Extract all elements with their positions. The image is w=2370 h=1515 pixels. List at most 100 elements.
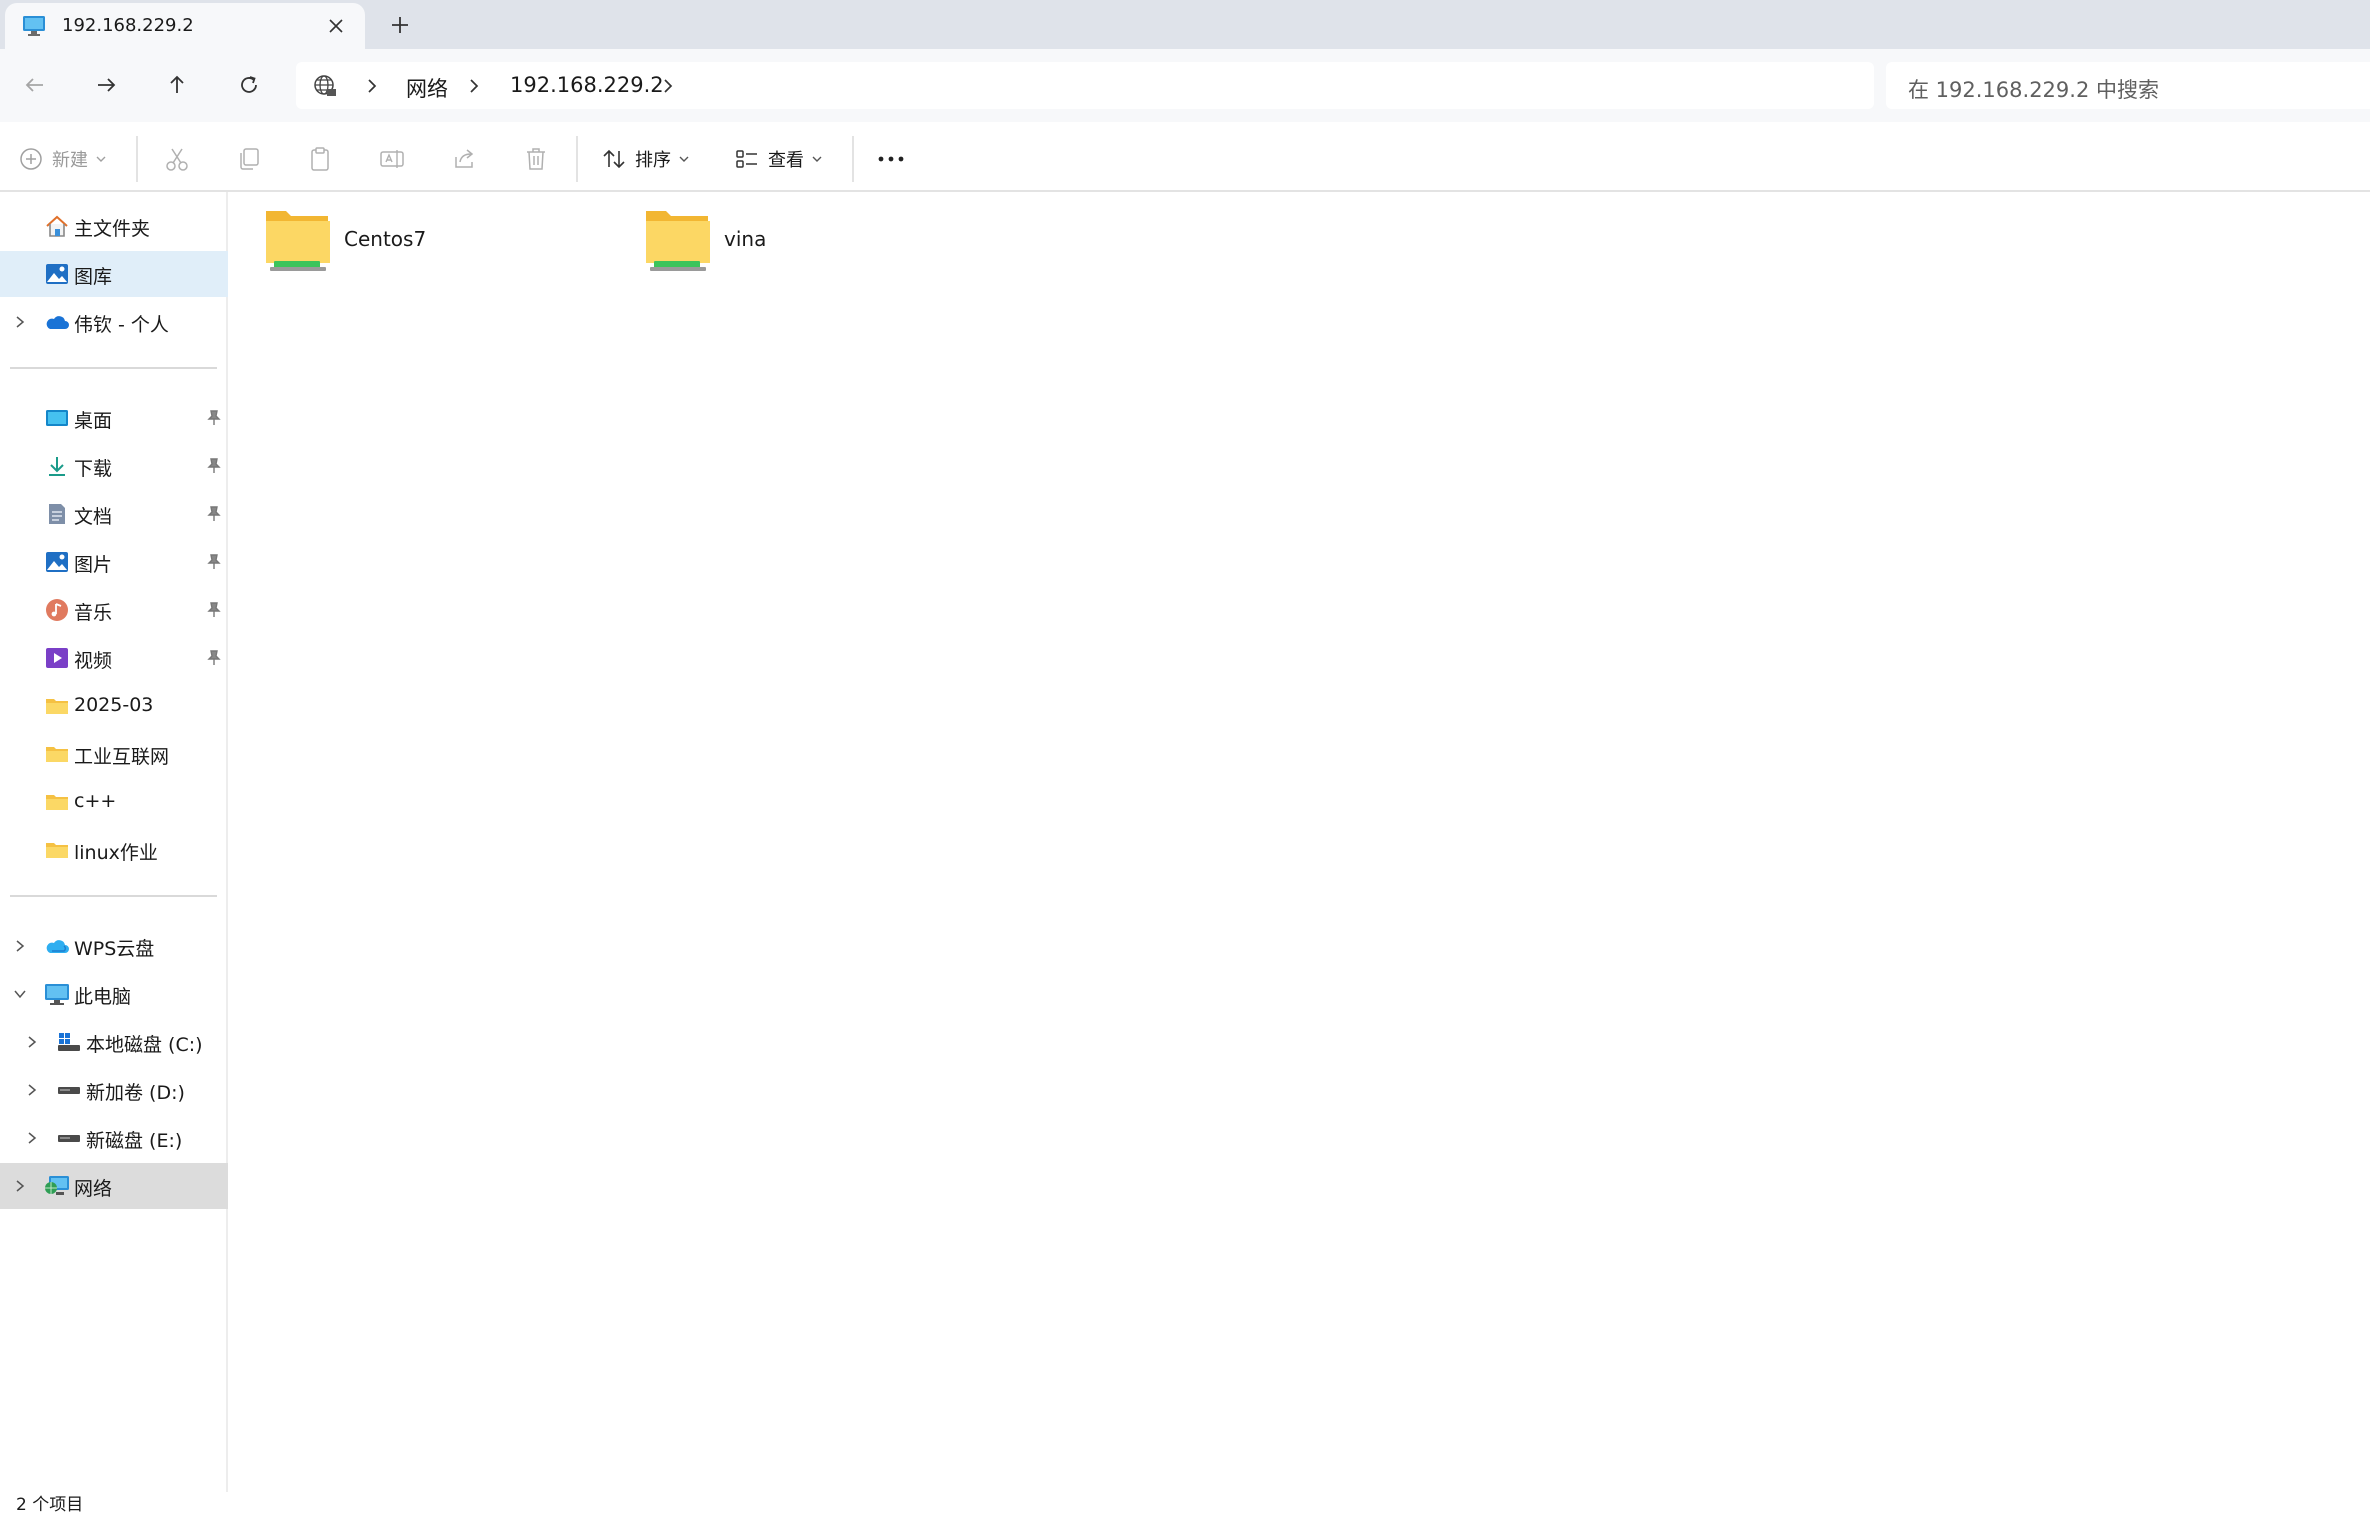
share-button[interactable] <box>451 144 479 174</box>
sidebar-item-drive-e[interactable]: 新磁盘 (E:) <box>0 1115 228 1161</box>
view-label: 查看 <box>768 150 804 171</box>
sidebar-item-folder-industrial-internet[interactable]: 工业互联网 <box>0 731 228 777</box>
sidebar-item-music[interactable]: 音乐 <box>0 587 228 633</box>
clipboard-icon <box>311 147 329 171</box>
pin-icon[interactable] <box>205 600 223 620</box>
sidebar-item-pictures[interactable]: 图片 <box>0 539 228 585</box>
sidebar-item-label: 文档 <box>74 506 113 528</box>
pin-icon[interactable] <box>205 408 223 428</box>
sidebar-item-label: c++ <box>74 790 117 812</box>
folder-icon <box>46 795 68 810</box>
refresh-button[interactable] <box>231 67 267 103</box>
refresh-icon <box>241 76 257 93</box>
network-globe-icon <box>314 75 336 96</box>
chevron-right-icon[interactable] <box>12 1177 28 1195</box>
sidebar-item-desktop[interactable]: 桌面 <box>0 395 228 441</box>
sidebar-item-label: WPS云盘 <box>74 938 155 960</box>
sidebar-item-label: 伟钦 - 个人 <box>74 314 169 336</box>
up-button[interactable] <box>159 67 195 103</box>
sidebar-item-label: 网络 <box>74 1178 113 1200</box>
tab-192-168-229-2[interactable]: 192.168.229.2 <box>5 3 365 49</box>
sort-label: 排序 <box>635 150 671 171</box>
sidebar-item-label: 音乐 <box>74 602 113 624</box>
drive-icon <box>58 1087 80 1094</box>
rename-icon <box>380 150 404 168</box>
sidebar-item-folder-linux-homework[interactable]: linux作业 <box>0 827 228 873</box>
command-bar: 新建 排序 查看 <box>0 122 2370 192</box>
search-input[interactable]: 在 192.168.229.2 中搜索 <box>1886 62 2370 109</box>
sidebar-item-onedrive[interactable]: 伟钦 - 个人 <box>0 299 228 345</box>
sidebar-item-label: 新磁盘 (E:) <box>86 1130 183 1152</box>
sidebar-item-drive-c[interactable]: 本地磁盘 (C:) <box>0 1019 228 1065</box>
toolbar-separator <box>136 136 138 182</box>
back-button[interactable] <box>17 67 53 103</box>
sidebar-item-documents[interactable]: 文档 <box>0 491 228 537</box>
folder-item-vina[interactable]: vina <box>644 207 944 277</box>
sidebar-divider <box>10 895 217 897</box>
paste-button[interactable] <box>306 144 334 174</box>
folder-name: vina <box>724 227 767 251</box>
sort-arrows-icon <box>603 149 625 169</box>
pin-icon[interactable] <box>205 504 223 524</box>
address-bar[interactable]: 网络 192.168.229.2 <box>296 62 1874 109</box>
rename-button[interactable] <box>378 144 406 174</box>
toolbar-separator <box>576 136 578 182</box>
more-options-button[interactable] <box>876 144 906 174</box>
sidebar-item-videos[interactable]: 视频 <box>0 635 228 681</box>
sidebar-item-label: linux作业 <box>74 842 158 864</box>
sidebar-item-home[interactable]: 主文件夹 <box>0 203 228 249</box>
sidebar-item-downloads[interactable]: 下载 <box>0 443 228 489</box>
new-tab-plus-icon[interactable] <box>386 11 414 39</box>
sidebar-item-gallery[interactable]: 图库 <box>0 251 228 297</box>
copy-button[interactable] <box>235 144 263 174</box>
chevron-right-icon[interactable] <box>464 75 484 97</box>
plus-circle-icon <box>20 148 42 170</box>
pin-icon[interactable] <box>205 456 223 476</box>
breadcrumb-host[interactable]: 192.168.229.2 <box>510 73 664 97</box>
chevron-down-icon[interactable] <box>12 985 28 1003</box>
close-icon[interactable] <box>323 13 349 39</box>
sidebar-item-network[interactable]: 网络 <box>0 1163 228 1209</box>
windows-drive-icon <box>58 1033 80 1051</box>
sidebar-item-label: 主文件夹 <box>74 218 151 240</box>
address-row: 网络 192.168.229.2 在 192.168.229.2 中搜索 <box>0 49 2370 122</box>
chevron-down-icon <box>812 156 822 162</box>
breadcrumb-network[interactable]: 网络 <box>406 73 448 103</box>
chevron-right-icon[interactable] <box>12 313 28 331</box>
monitor-icon <box>23 16 45 36</box>
chevron-right-icon[interactable] <box>12 937 28 955</box>
tab-bar: 192.168.229.2 <box>0 0 2370 49</box>
scissors-icon <box>166 148 188 171</box>
folder-item-centos7[interactable]: Centos7 <box>264 207 564 277</box>
cut-button[interactable] <box>163 144 191 174</box>
forward-button[interactable] <box>88 67 124 103</box>
new-button[interactable]: 新建 <box>18 144 108 174</box>
sidebar-item-label: 本地磁盘 (C:) <box>86 1034 203 1056</box>
view-button[interactable]: 查看 <box>734 144 824 174</box>
pin-icon[interactable] <box>205 648 223 668</box>
network-share-folder-icon <box>266 211 330 271</box>
sidebar-item-folder-cpp[interactable]: c++ <box>0 779 228 825</box>
sidebar-item-label: 桌面 <box>74 410 113 432</box>
pin-icon[interactable] <box>205 552 223 572</box>
chevron-right-icon[interactable] <box>362 75 382 97</box>
network-icon <box>45 1176 69 1195</box>
back-arrow-icon <box>25 78 43 92</box>
copy-icon <box>240 148 259 170</box>
sidebar-item-this-pc[interactable]: 此电脑 <box>0 971 228 1017</box>
view-list-icon <box>736 150 757 168</box>
sidebar-item-drive-d[interactable]: 新加卷 (D:) <box>0 1067 228 1113</box>
chevron-right-icon[interactable] <box>24 1033 40 1051</box>
chevron-right-icon[interactable] <box>658 75 678 97</box>
sidebar-divider <box>10 367 217 369</box>
sidebar-item-wps-cloud[interactable]: WPS云盘 <box>0 923 228 969</box>
delete-button[interactable] <box>522 144 550 174</box>
sidebar-item-folder-2025-03[interactable]: 2025-03 <box>0 683 228 729</box>
sort-button[interactable]: 排序 <box>601 144 691 174</box>
chevron-right-icon[interactable] <box>24 1129 40 1147</box>
desktop-icon <box>46 410 68 426</box>
forward-arrow-icon <box>98 78 116 92</box>
document-icon <box>49 504 65 524</box>
up-arrow-icon <box>170 75 184 93</box>
chevron-right-icon[interactable] <box>24 1081 40 1099</box>
